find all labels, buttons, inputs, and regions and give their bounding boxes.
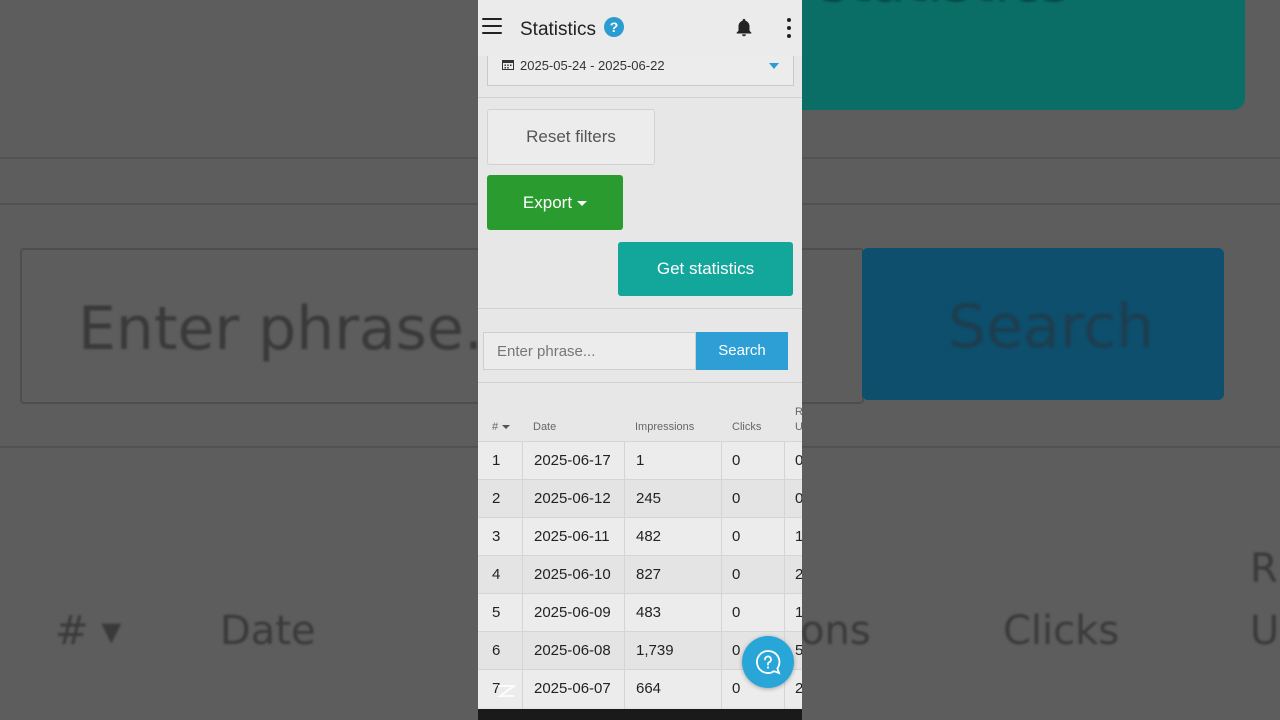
- table-cell-impressions: 483: [636, 604, 662, 621]
- date-range-value: 2025-05-24 - 2025-06-22: [520, 58, 665, 73]
- table-cell-impressions: 1,739: [636, 642, 674, 659]
- bg-get-statistics-button: statistics: [790, 0, 1245, 110]
- table-cell-date: 2025-06-12: [534, 490, 611, 507]
- calendar-icon: [502, 60, 514, 70]
- reset-filters-button[interactable]: Reset filters: [487, 109, 655, 165]
- table-row[interactable]: 4 2025-06-10 827 0 2: [478, 555, 802, 593]
- table-cell-clicks: 0: [732, 566, 741, 583]
- phone-screen: Statistics ? 2025-05-24 - 2025-06-22 Res…: [478, 0, 802, 720]
- table-row[interactable]: 1 2025-06-17 1 0 0: [478, 441, 802, 479]
- table-cell-extra: 2: [795, 566, 802, 583]
- sort-desc-icon: [502, 425, 511, 430]
- caret-down-icon: [577, 201, 588, 207]
- table-cell-impressions: 827: [636, 566, 662, 583]
- table-cell-num: 2: [492, 490, 501, 507]
- table-cell-clicks: 0: [732, 452, 741, 469]
- table-cell-impressions: 1: [636, 452, 645, 469]
- table-cell-extra: 0: [795, 452, 802, 469]
- column-header-partial-bottom[interactable]: U: [795, 421, 802, 433]
- bg-col-r: R: [1250, 546, 1278, 592]
- table-cell-impressions: 664: [636, 680, 662, 697]
- table-cell-impressions: 482: [636, 528, 662, 545]
- divider: [478, 308, 802, 309]
- top-app-bar: Statistics ?: [478, 0, 802, 56]
- table-cell-clicks: 0: [732, 680, 741, 697]
- table-cell-num: 1: [492, 452, 501, 469]
- table-row[interactable]: 2 2025-06-12 245 0 0: [478, 479, 802, 517]
- search-placeholder: Enter phrase...: [497, 343, 596, 360]
- bg-search-label: Search: [948, 292, 1155, 362]
- table-cell-clicks: 0: [732, 490, 741, 507]
- help-chat-button[interactable]: [742, 636, 794, 688]
- table-cell-clicks: 0: [732, 604, 741, 621]
- table-cell-extra: 1: [795, 604, 802, 621]
- table-cell-extra: 2: [795, 680, 802, 697]
- table-row[interactable]: 5 2025-06-09 483 0 1: [478, 593, 802, 631]
- bg-search-placeholder: Enter phrase...: [78, 294, 522, 364]
- table-cell-date: 2025-06-10: [534, 566, 611, 583]
- bg-col-impressions: ons: [800, 608, 871, 654]
- divider: [478, 97, 802, 98]
- column-divider: [721, 441, 722, 711]
- column-divider: [624, 441, 625, 711]
- search-input[interactable]: Enter phrase...: [483, 332, 696, 370]
- column-header-number[interactable]: #: [492, 421, 511, 433]
- bg-search-button: Search: [862, 248, 1224, 400]
- export-label: Export: [522, 193, 573, 212]
- bg-col-clicks: Clicks: [1003, 608, 1120, 654]
- column-header-clicks[interactable]: Clicks: [732, 421, 761, 433]
- table-cell-date: 2025-06-09: [534, 604, 611, 621]
- table-cell-extra: 0: [795, 490, 802, 507]
- page-title: Statistics: [520, 19, 597, 40]
- table-cell-extra: 1: [795, 528, 802, 545]
- bg-col-u: U: [1250, 608, 1280, 654]
- chat-help-icon: [756, 650, 781, 675]
- table-cell-extra: 5: [795, 642, 802, 659]
- table-cell-num: 4: [492, 566, 501, 583]
- bg-stat-text: statistics: [820, 0, 1070, 15]
- table-cell-date: 2025-06-17: [534, 452, 611, 469]
- divider: [478, 382, 802, 383]
- table-cell-clicks: 0: [732, 528, 741, 545]
- bell-icon[interactable]: [733, 17, 755, 39]
- column-divider: [522, 441, 523, 711]
- table-cell-num: 5: [492, 604, 501, 621]
- column-header-partial-top[interactable]: R: [795, 406, 802, 418]
- get-statistics-button[interactable]: Get statistics: [618, 242, 793, 296]
- question-circle-icon[interactable]: ?: [604, 17, 624, 37]
- column-header-impressions[interactable]: Impressions: [635, 421, 694, 433]
- search-button[interactable]: Search: [696, 332, 788, 370]
- bg-col-date: Date: [220, 608, 316, 654]
- system-nav-bar: [478, 709, 802, 720]
- date-range-picker[interactable]: 2025-05-24 - 2025-06-22: [487, 56, 794, 86]
- table-cell-impressions: 245: [636, 490, 662, 507]
- table-cell-num: 6: [492, 642, 501, 659]
- bg-col-hash: # ▾: [55, 608, 122, 654]
- column-header-date[interactable]: Date: [533, 421, 556, 433]
- table-cell-num: 3: [492, 528, 501, 545]
- hamburger-icon[interactable]: [482, 18, 502, 36]
- table-row[interactable]: 3 2025-06-11 482 0 1: [478, 517, 802, 555]
- export-button[interactable]: Export: [487, 175, 623, 230]
- table-cell-clicks: 0: [732, 642, 741, 659]
- kebab-menu-icon[interactable]: [786, 18, 792, 40]
- watermark-logo-icon: [496, 685, 516, 697]
- table-cell-date: 2025-06-08: [534, 642, 611, 659]
- table-cell-date: 2025-06-07: [534, 680, 611, 697]
- chevron-down-icon: [769, 63, 779, 69]
- table-cell-date: 2025-06-11: [534, 528, 610, 545]
